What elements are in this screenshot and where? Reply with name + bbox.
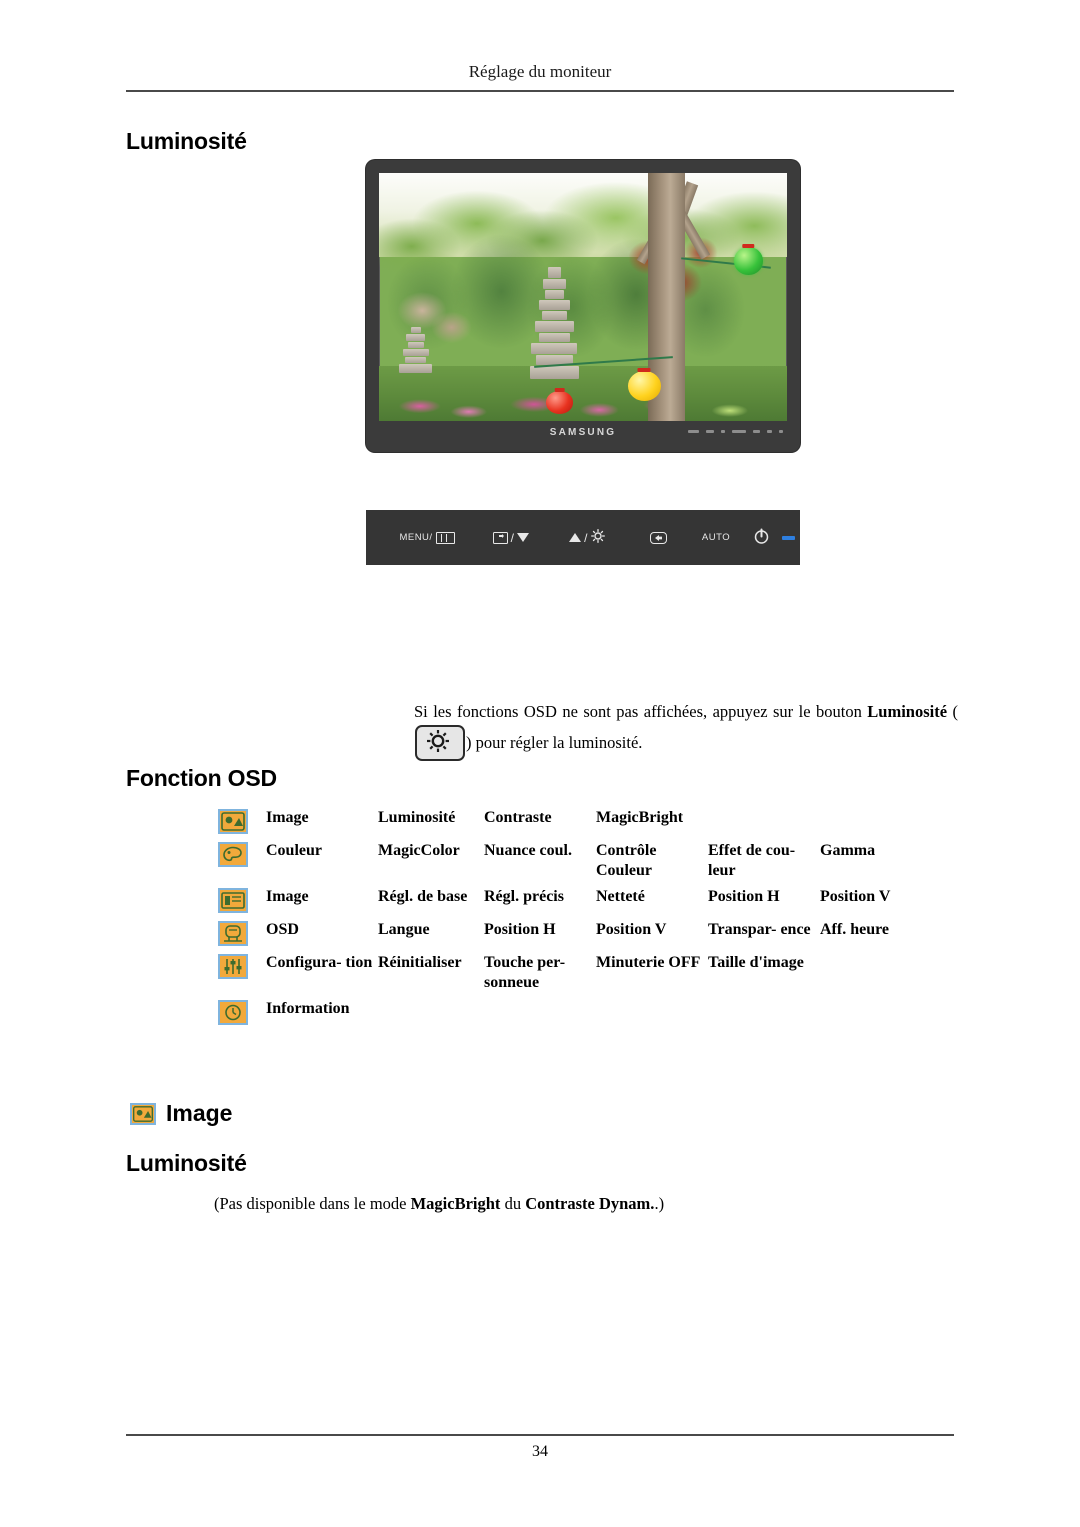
source-down-button[interactable]: / (476, 531, 546, 545)
menu-button[interactable]: MENU/ (384, 531, 470, 544)
osd-menu-name: Image (266, 888, 309, 906)
osd-function-table: Image Luminosité Contraste MagicBright C… (218, 808, 960, 1032)
section-title-fonction-osd: Fonction OSD (126, 765, 277, 791)
osd-submenu-item: Luminosité (378, 809, 456, 826)
photo-pink-shrub (383, 277, 481, 362)
page-number: 34 (532, 1443, 548, 1460)
photo-lantern-green (733, 244, 763, 275)
osd-submenu-item: Transpar- ence (708, 921, 811, 939)
osd-submenu-item: Contraste (484, 809, 552, 826)
table-row: Couleur MagicColor Nuance coul. Contrôle… (218, 841, 960, 880)
osd-row-icon-cell (218, 920, 266, 947)
footer-divider (126, 1434, 954, 1436)
osd-row-icon-cell (218, 953, 266, 980)
section-title-image-row: Image (130, 1100, 232, 1127)
photo-flowerbed (379, 383, 787, 421)
color-palette-icon (218, 842, 248, 867)
sun-icon (590, 529, 605, 546)
monitor-illustration: SAMSUNG (366, 160, 800, 452)
osd-submenu-item: Taille d'image (708, 954, 804, 972)
osd-submenu-item: Touche per- sonneue (484, 954, 566, 991)
control-separator: / (584, 530, 588, 545)
osd-submenu-item: Netteté (596, 888, 645, 906)
osd-submenu-item: Contrôle Couleur (596, 842, 657, 879)
osd-submenu-item: Position V (820, 888, 891, 906)
magicbright-bold-term2: Contraste Dynam. (525, 1194, 655, 1213)
table-row: Configura- tion Réinitialiser Touche per… (218, 953, 960, 992)
photo-stone-pagoda-small (399, 326, 433, 382)
section-title-image: Image (166, 1100, 233, 1126)
image-adjust-icon (218, 888, 248, 914)
brightness-paren-open: ( (947, 702, 959, 721)
brightness-instruction-paragraph: Si les fonctions OSD ne sont pas affiché… (414, 700, 958, 761)
brightness-text-part1: Si les fonctions OSD ne sont pas affiché… (414, 702, 868, 721)
magicbright-note-paragraph: (Pas disponible dans le mode MagicBright… (214, 1192, 958, 1217)
osd-window-icon (218, 921, 248, 947)
osd-menu-name: OSD (266, 921, 299, 939)
configuration-sliders-icon (218, 954, 248, 980)
osd-row-icon-cell (218, 887, 266, 914)
source-icon (492, 531, 508, 544)
menu-button-label: MENU/ (399, 532, 433, 543)
brightness-sun-button-icon (415, 724, 465, 761)
table-row: Information (218, 999, 960, 1026)
osd-submenu-item: Régl. précis (484, 888, 564, 906)
monitor-screen-photo (379, 173, 787, 421)
up-brightness-button[interactable]: / (552, 529, 622, 546)
bezel-key-markings (688, 430, 783, 433)
osd-submenu-item: Régl. de base (378, 888, 468, 906)
osd-menu-name: Information (266, 1000, 350, 1018)
samsung-logo: SAMSUNG (549, 427, 617, 438)
enter-button[interactable] (628, 531, 688, 544)
osd-submenu-item: Gamma (820, 842, 876, 859)
page-title-luminosite: Luminosité (126, 128, 247, 154)
osd-submenu-item: Position H (484, 921, 556, 939)
control-separator: / (510, 530, 515, 545)
enter-icon (649, 531, 667, 544)
magicbright-text-part1: (Pas disponible dans le mode (214, 1194, 411, 1213)
osd-submenu-item: Position V (596, 921, 667, 939)
image-picture-icon (130, 1102, 156, 1125)
osd-submenu-item: Nuance coul. (484, 842, 572, 859)
triangle-up-icon (569, 533, 582, 542)
brightness-bold-term: Luminosité (867, 702, 948, 721)
auto-button-label: AUTO (701, 532, 731, 543)
table-row: Image Luminosité Contraste MagicBright (218, 808, 960, 834)
osd-row-icon-cell (218, 999, 266, 1026)
osd-menu-name: Configura- tion (266, 954, 373, 972)
power-button[interactable] (744, 528, 778, 548)
power-icon (753, 528, 770, 548)
osd-submenu-item: MagicColor (378, 842, 460, 859)
triangle-down-icon (517, 533, 530, 542)
magicbright-text-part3: .) (654, 1194, 665, 1213)
osd-submenu-item: Position H (708, 888, 780, 906)
page-header-title: Réglage du moniteur (468, 62, 612, 81)
header-divider (126, 90, 954, 92)
table-row: OSD Langue Position H Position V Transpa… (218, 920, 960, 947)
photo-lantern-yellow (627, 368, 661, 402)
osd-menu-name: Image (266, 809, 309, 826)
osd-submenu-item: Réinitialiser (378, 954, 462, 972)
auto-button[interactable]: AUTO (688, 532, 744, 543)
osd-submenu-item: Langue (378, 921, 430, 939)
magicbright-text-part2: du (500, 1194, 526, 1213)
table-row: Image Régl. de base Régl. précis Netteté… (218, 887, 960, 914)
menu-grid-icon (435, 531, 455, 544)
image-picture-icon (218, 809, 248, 834)
osd-row-icon-cell (218, 808, 266, 834)
osd-menu-name: Couleur (266, 842, 322, 859)
osd-submenu-item: Aff. heure (820, 921, 890, 939)
photo-lantern-red (546, 388, 573, 414)
osd-submenu-item: Minuterie OFF (596, 954, 701, 972)
power-led-indicator (776, 535, 800, 540)
subsection-title-luminosite: Luminosité (126, 1150, 247, 1176)
brightness-text-part2: ) pour régler la luminosité. (466, 732, 643, 752)
monitor-bezel-chin: SAMSUNG (379, 421, 787, 451)
osd-submenu-item: Effet de cou- leur (708, 842, 796, 879)
information-clock-icon (218, 1000, 248, 1026)
osd-row-icon-cell (218, 841, 266, 867)
magicbright-bold-term1: MagicBright (410, 1194, 501, 1213)
osd-submenu-item: MagicBright (596, 809, 684, 826)
monitor-control-panel: MENU/ / / AUTO (366, 510, 800, 565)
